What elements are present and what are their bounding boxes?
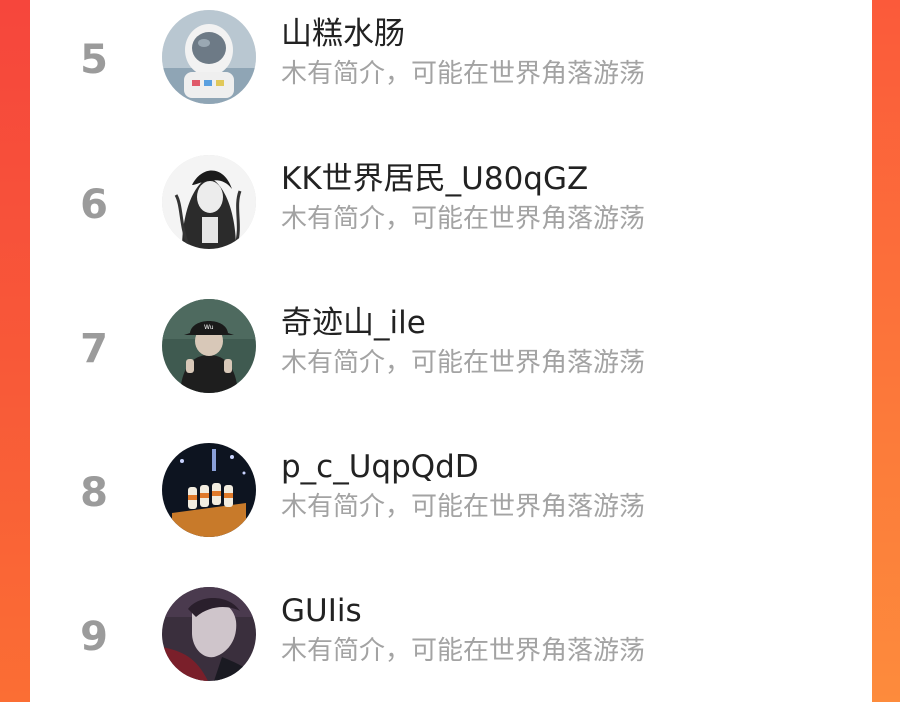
ranking-list-card: 5 山糕水肠 木有简介，可能在世界角落游荡 6 KK世界居民_U80qGZ 木有…: [30, 0, 872, 702]
svg-text:Wu: Wu: [204, 324, 214, 331]
ranking-screen: 5 山糕水肠 木有简介，可能在世界角落游荡 6 KK世界居民_U80qGZ 木有…: [0, 0, 900, 702]
rank-number: 8: [80, 470, 108, 516]
username[interactable]: 奇迹山_ile: [281, 303, 426, 343]
rank-number: 9: [80, 614, 108, 660]
list-item[interactable]: 5 山糕水肠 木有简介，可能在世界角落游荡: [30, 0, 872, 120]
rank-number: 5: [80, 37, 108, 83]
rank-number: 6: [80, 182, 108, 228]
astronaut-avatar-icon[interactable]: [162, 10, 256, 104]
user-bio: 木有简介，可能在世界角落游荡: [281, 59, 646, 89]
user-bio: 木有简介，可能在世界角落游荡: [281, 636, 646, 666]
user-bio: 木有简介，可能在世界角落游荡: [281, 348, 646, 378]
username[interactable]: 山糕水肠: [281, 14, 405, 54]
drinks-avatar-icon[interactable]: [162, 443, 256, 537]
list-item[interactable]: 9 GUIis 木有简介，可能在世界角落游荡: [30, 577, 872, 697]
cap-person-avatar-icon[interactable]: Wu: [162, 299, 256, 393]
list-item[interactable]: 6 KK世界居民_U80qGZ 木有简介，可能在世界角落游荡: [30, 145, 872, 265]
list-item[interactable]: 8 p_c_UqpQdD 木有简介，可能在世界角落游荡: [30, 433, 872, 553]
user-bio: 木有简介，可能在世界角落游荡: [281, 204, 646, 234]
dark-portrait-avatar-icon[interactable]: [162, 587, 256, 681]
list-item[interactable]: 7 Wu 奇迹山_ile 木有简介，可能在世界角落游荡: [30, 289, 872, 409]
anime-figure-avatar-icon[interactable]: [162, 155, 256, 249]
username[interactable]: p_c_UqpQdD: [281, 447, 479, 487]
username[interactable]: GUIis: [281, 591, 362, 631]
user-bio: 木有简介，可能在世界角落游荡: [281, 492, 646, 522]
username[interactable]: KK世界居民_U80qGZ: [281, 159, 588, 199]
right-edge-background: [872, 0, 900, 702]
rank-number: 7: [80, 326, 108, 372]
